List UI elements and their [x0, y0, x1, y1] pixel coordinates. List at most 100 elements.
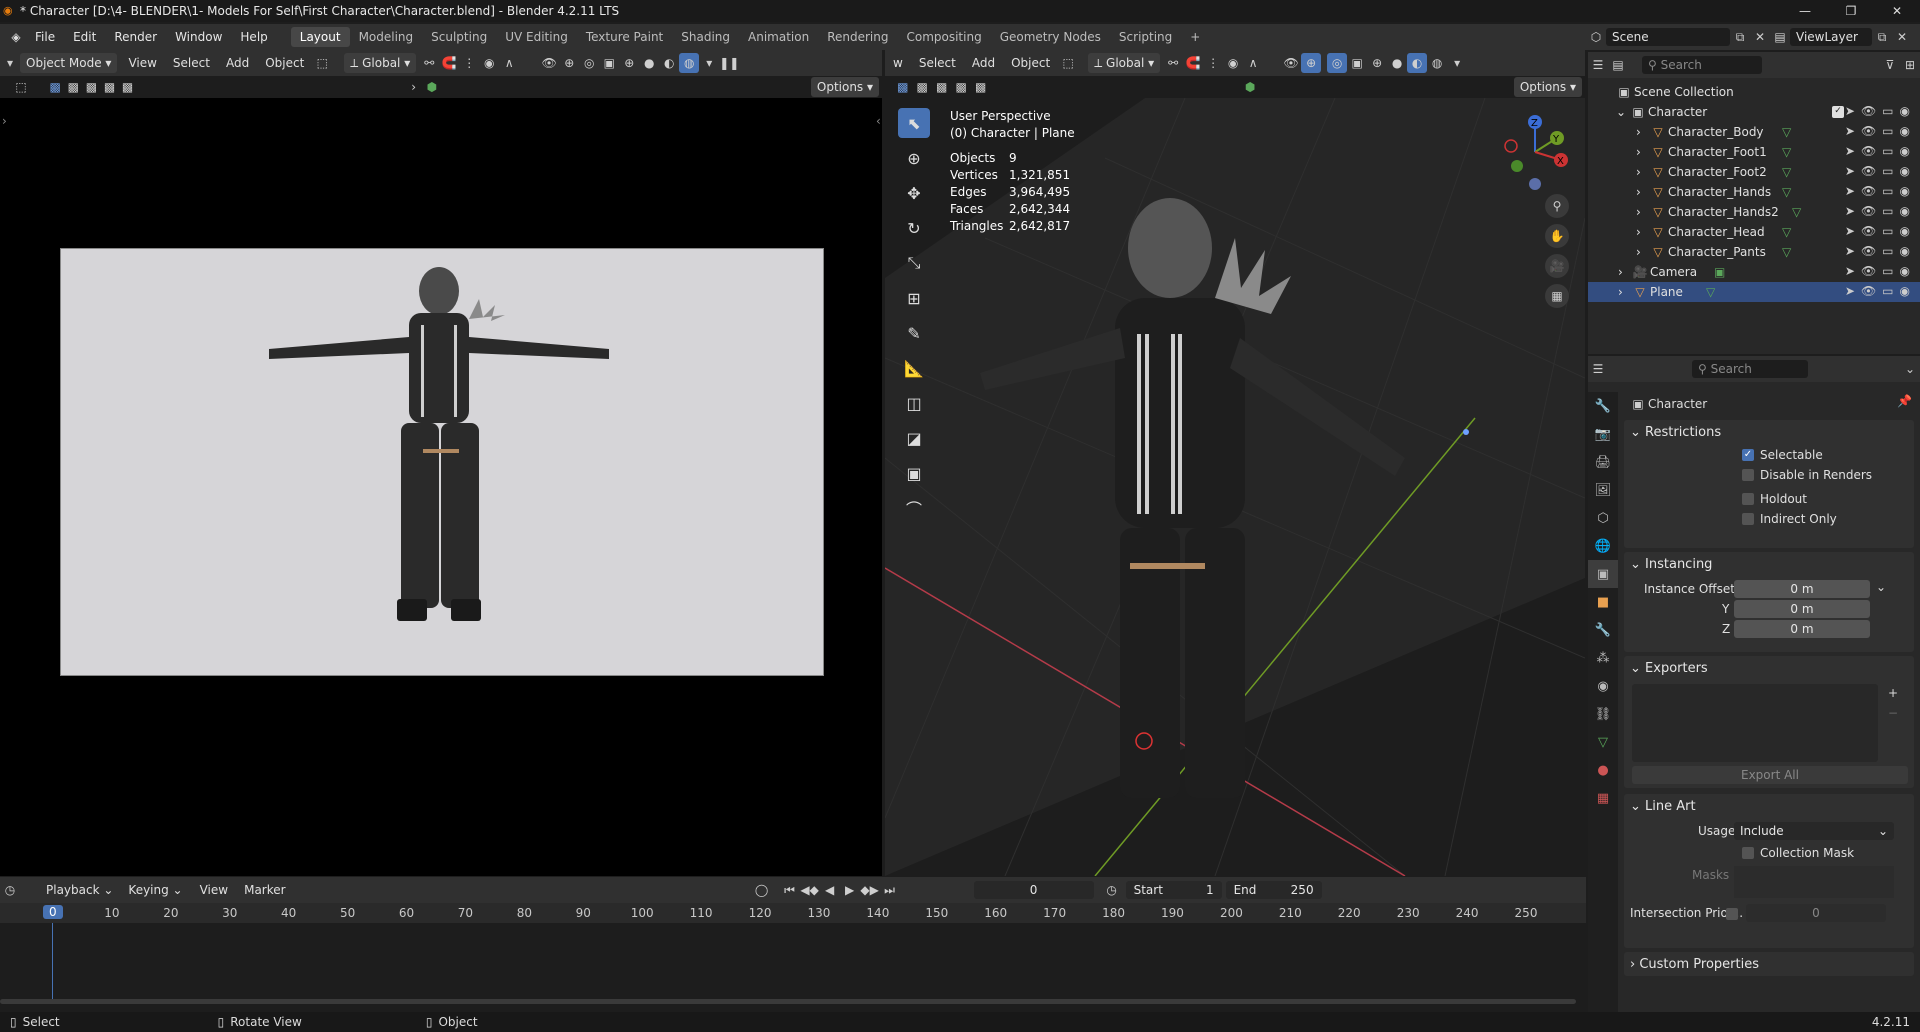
filter-icon[interactable]: ⊽	[1880, 55, 1900, 75]
wireframe-shading-icon[interactable]: ⊕	[619, 53, 639, 73]
intersection-priority-field[interactable]: 0	[1746, 904, 1886, 922]
object-type-icon[interactable]: ⬚	[312, 53, 332, 73]
visibility-right-icon[interactable]: 👁	[1281, 53, 1301, 73]
row-toggles[interactable]: ➤👁▭◉	[1845, 164, 1916, 178]
select-mode-icon[interactable]: ▩	[46, 77, 64, 97]
render-tab-icon[interactable]: 📷	[1595, 420, 1611, 448]
offset-dropdown-icon[interactable]: ⌄	[1876, 580, 1886, 594]
viewlayer-selector[interactable]: ViewLayer	[1790, 28, 1872, 46]
row-toggles[interactable]: ➤👁▭◉	[1845, 244, 1916, 258]
menu-object[interactable]: Object	[257, 56, 312, 70]
output-tab-icon[interactable]: 🖨	[1595, 448, 1612, 476]
tab-scripting[interactable]: Scripting	[1110, 27, 1181, 47]
menu-select[interactable]: Select	[165, 56, 218, 70]
select-extend-right-icon[interactable]: ▩	[912, 77, 931, 97]
select-invert-right-icon[interactable]: ▩	[951, 77, 970, 97]
holdout-checkbox[interactable]: Holdout	[1742, 492, 1807, 506]
rendered-shading-icon[interactable]: ◍	[679, 53, 700, 73]
menu-object-right[interactable]: Object	[1003, 56, 1058, 70]
select-intersect-right-icon[interactable]: ▩	[971, 77, 990, 97]
xray-icon[interactable]: ▣	[599, 53, 619, 73]
tab-animation[interactable]: Animation	[739, 27, 818, 47]
display-mode-icon[interactable]: ▤	[1608, 55, 1628, 75]
sidebar-toggle-icon[interactable]: ›	[2, 114, 7, 128]
intersection-priority-checkbox[interactable]	[1726, 908, 1738, 920]
select-box-tool-icon[interactable]: ⬉	[898, 108, 930, 138]
physics-tab-icon[interactable]: ◉	[1597, 672, 1608, 700]
menu-file[interactable]: File	[26, 30, 64, 44]
ortho-grid-icon[interactable]: ▦	[1545, 284, 1569, 308]
rotate-tool-icon[interactable]: ↻	[898, 213, 930, 243]
mode-dropdown[interactable]: Object Mode ▾	[20, 53, 118, 73]
navigation-gizmo[interactable]: Z Y X	[1495, 112, 1575, 192]
row-toggles[interactable]: ➤👁▭◉	[1845, 104, 1916, 118]
indirect-only-checkbox[interactable]: Indirect Only	[1742, 512, 1837, 526]
line-art-header[interactable]: ⌄ Line Art	[1624, 794, 1914, 818]
selectable-checkbox[interactable]: ✓ Selectable	[1742, 448, 1823, 462]
play-reverse-icon[interactable]: ◀	[820, 880, 840, 900]
menu-render[interactable]: Render	[105, 30, 166, 44]
transform-tool-icon[interactable]: ⊞	[898, 283, 930, 313]
select-mode-subtract-icon[interactable]: ▩	[82, 77, 100, 97]
preview-range-icon[interactable]: ◷	[1102, 880, 1122, 900]
outliner-item[interactable]: › ▽ Character_Hands2 ▽ ➤👁▭◉	[1588, 202, 1920, 222]
timeline-body[interactable]	[0, 923, 1586, 1004]
properties-options-icon[interactable]: ⌄	[1900, 359, 1920, 379]
transform-orientation-right[interactable]: ⟂ Global ▾	[1088, 53, 1161, 73]
outliner-editor-icon[interactable]: ☰	[1588, 55, 1608, 75]
cursor-tool-icon[interactable]: ⊕	[898, 143, 930, 173]
tab-layout[interactable]: Layout	[290, 27, 350, 47]
rendered-right-icon[interactable]: ◍	[1427, 53, 1447, 73]
disable-renders-checkbox[interactable]: Disable in Renders	[1742, 468, 1872, 482]
scene-collection-row[interactable]: ▣ Scene Collection	[1588, 82, 1920, 102]
outliner-item-camera[interactable]: › 🎥 Camera ▣ ➤👁▭◉	[1588, 262, 1920, 282]
export-all-button[interactable]: Export All	[1632, 766, 1908, 784]
tab-rendering[interactable]: Rendering	[818, 27, 897, 47]
exporters-header[interactable]: ⌄ Exporters	[1624, 656, 1914, 680]
timeline-view-menu[interactable]: View	[192, 883, 236, 897]
world-tab-icon[interactable]: 🌐	[1595, 532, 1611, 560]
solid-shading-icon[interactable]: ●	[639, 53, 659, 73]
menu-add[interactable]: Add	[218, 56, 257, 70]
menu-view-right[interactable]: w	[885, 56, 911, 70]
collapse-arrow-icon[interactable]: ›	[405, 77, 423, 97]
outliner-item[interactable]: › ▽ Character_Body ▽ ➤👁▭◉	[1588, 122, 1920, 142]
curve-tool-icon[interactable]: ⌒	[898, 493, 930, 523]
3d-viewport[interactable]: User Perspective (0) Character | Plane O…	[885, 98, 1585, 876]
keying-menu[interactable]: Keying ⌄	[122, 880, 188, 900]
tab-compositing[interactable]: Compositing	[897, 27, 990, 47]
row-toggles[interactable]: ➤👁▭◉	[1845, 224, 1916, 238]
current-frame-field[interactable]: 0	[973, 881, 1094, 899]
proportional-icon[interactable]: ◉	[479, 53, 499, 73]
timeline-marker-menu[interactable]: Marker	[236, 883, 293, 897]
pivot-right-icon[interactable]: ⚯	[1163, 53, 1183, 73]
active-tool-icon[interactable]: ⬚	[12, 77, 30, 97]
menu-edit[interactable]: Edit	[64, 30, 105, 44]
shading-options-icon[interactable]: ▾	[699, 53, 719, 73]
options-dropdown-left[interactable]: Options ▾	[810, 77, 880, 97]
object-type-right-icon[interactable]: ⬚	[1058, 53, 1078, 73]
tab-shading[interactable]: Shading	[672, 27, 739, 47]
playback-menu[interactable]: Playback ⌄	[40, 880, 119, 900]
image-tool-icon[interactable]: ▣	[898, 458, 930, 488]
tab-uv-editing[interactable]: UV Editing	[496, 27, 577, 47]
properties-search[interactable]: ⚲ Search	[1692, 360, 1808, 378]
move-tool-icon[interactable]: ✥	[898, 178, 930, 208]
character-collection-row[interactable]: ⌄ ▣ Character ✓ ➤👁▭◉	[1588, 102, 1920, 122]
exclude-checkbox[interactable]: ✓	[1832, 106, 1844, 118]
delete-viewlayer-icon[interactable]: ✕	[1892, 27, 1912, 47]
auto-key-icon[interactable]: ◯	[752, 880, 772, 900]
select-mode-intersect-icon[interactable]: ▩	[119, 77, 137, 97]
zoom-icon[interactable]: ⚲	[1545, 194, 1569, 218]
tab-modeling[interactable]: Modeling	[350, 27, 423, 47]
proportional-right-icon[interactable]: ◉	[1223, 53, 1243, 73]
menu-add-right[interactable]: Add	[964, 56, 1003, 70]
material-shading-icon[interactable]: ◐	[659, 53, 679, 73]
restrictions-header[interactable]: ⌄ Restrictions	[1624, 420, 1914, 444]
minimize-button[interactable]: —	[1782, 0, 1828, 22]
data-tab-icon[interactable]: ▽	[1598, 728, 1608, 756]
menu-view[interactable]: View	[120, 56, 164, 70]
instancing-header[interactable]: ⌄ Instancing	[1624, 552, 1914, 576]
row-toggles[interactable]: ➤👁▭◉	[1845, 284, 1916, 298]
add-primitive-tool-icon[interactable]: ◪	[898, 423, 930, 453]
